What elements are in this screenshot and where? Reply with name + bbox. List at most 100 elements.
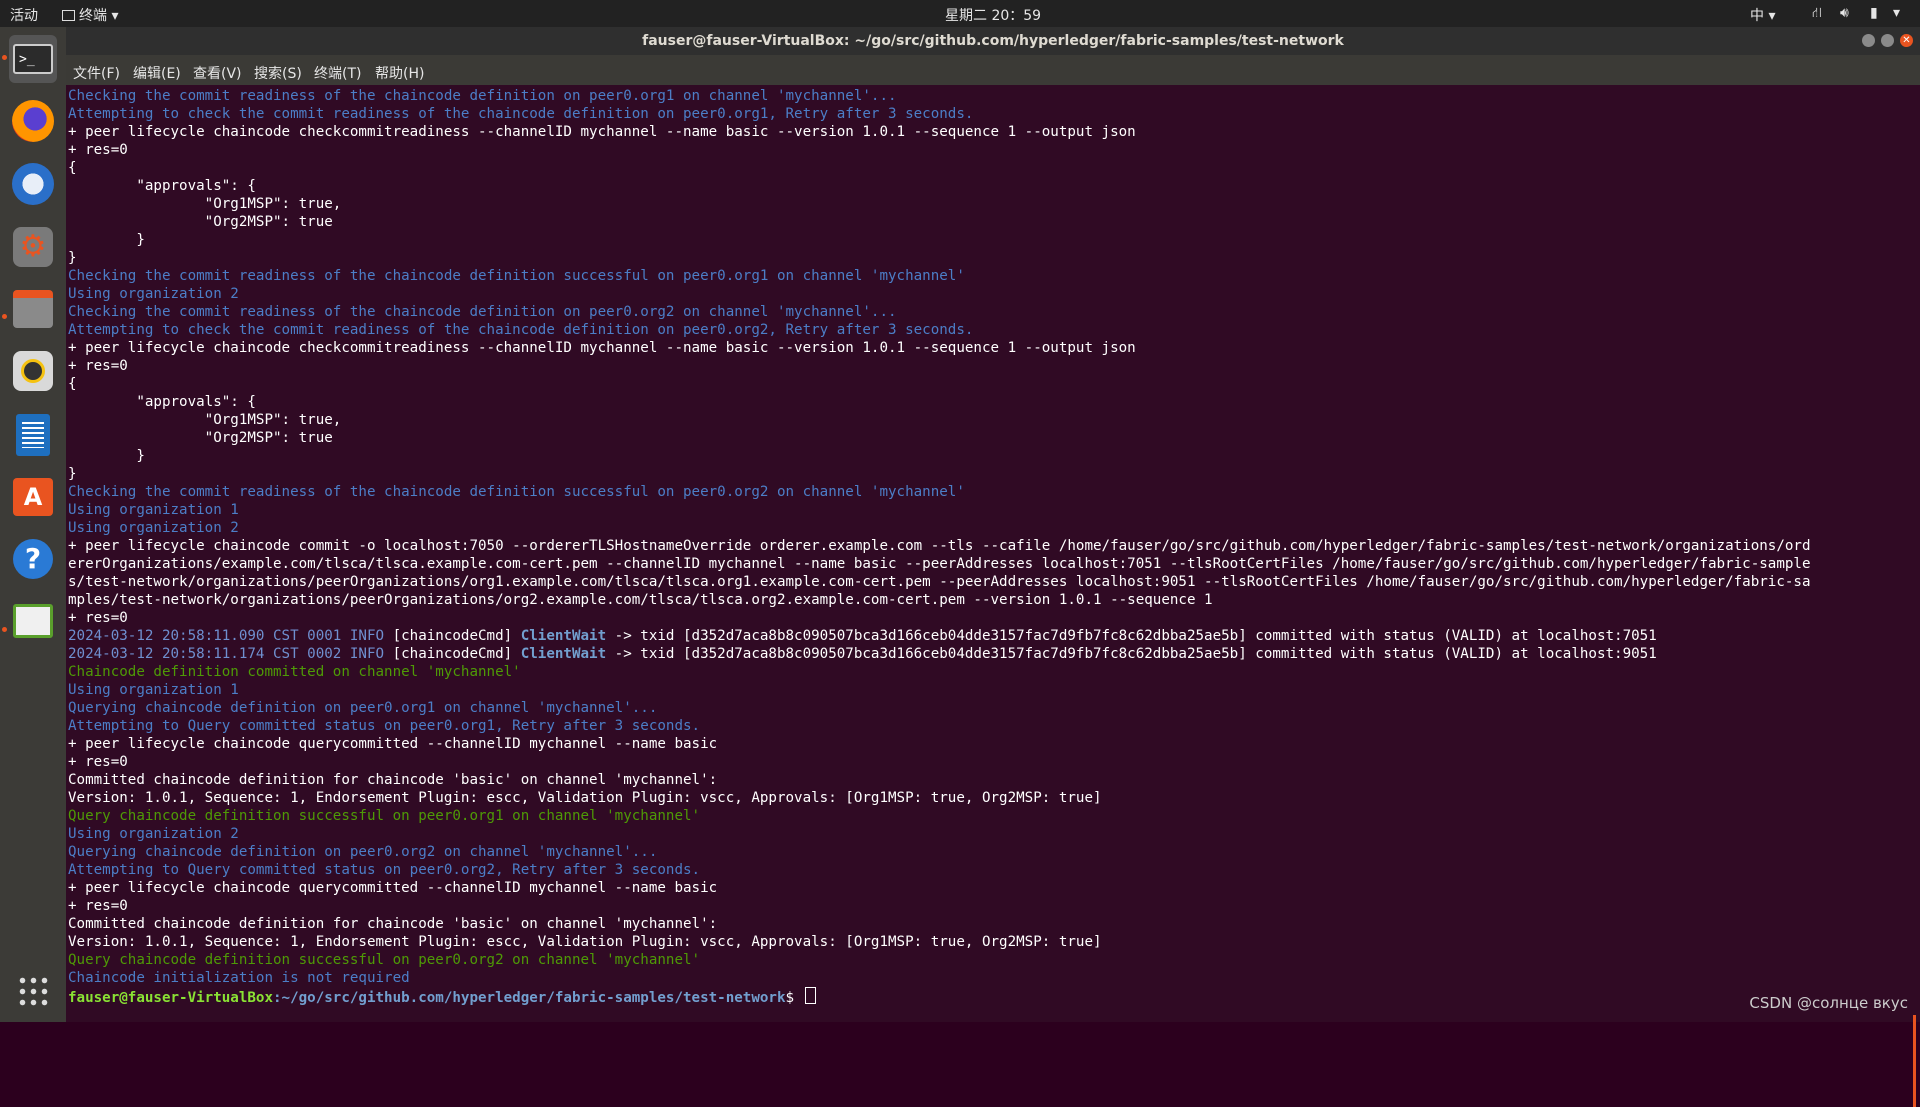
terminal-line: Attempting to Query committed status on … [68, 718, 701, 734]
terminal-line: Version: 1.0.1, Sequence: 1, Endorsement… [68, 934, 1102, 950]
terminal-output: Checking the commit readiness of the cha… [68, 87, 1908, 1005]
terminal-line: Using organization 2 [68, 520, 239, 536]
terminal-line: Attempting to Query committed status on … [68, 862, 701, 878]
terminal-line: { [68, 160, 77, 176]
terminal-line: Checking the commit readiness of the cha… [68, 268, 965, 284]
writer-icon[interactable] [9, 411, 57, 459]
watermark: CSDN @солнце вкус [1749, 994, 1908, 1012]
menu-view[interactable]: 查看(V) [193, 63, 242, 83]
terminal-line: Committed chaincode definition for chain… [68, 772, 718, 788]
menu-edit[interactable]: 编辑(E) [133, 63, 181, 83]
settings-icon[interactable]: ⚙ [9, 223, 57, 271]
running-indicator [2, 314, 7, 319]
top-panel: 活动 终端 ▾ 星期二 20：59 中 ▾ ⛙ 🔊︎ ▮ ▾ [0, 0, 1920, 27]
app-grid-icon[interactable] [9, 967, 57, 1015]
terminal-area[interactable]: Checking the commit readiness of the cha… [66, 85, 1920, 1107]
terminal-line: + peer lifecycle chaincode commit -o loc… [68, 538, 1811, 554]
terminal-line: Querying chaincode definition on peer0.o… [68, 844, 658, 860]
minimize-button[interactable] [1862, 34, 1875, 47]
close-button[interactable]: ✕ [1900, 34, 1913, 47]
prompt-path: :~/go/src/github.com/hyperledger/fabric-… [273, 990, 786, 1005]
terminal-line: Version: 1.0.1, Sequence: 1, Endorsement… [68, 790, 1102, 806]
terminal-line: } [68, 466, 77, 482]
close-icon: ✕ [1902, 35, 1911, 46]
help-icon[interactable]: ? [9, 535, 57, 583]
input-method-label: 中 [1750, 8, 1764, 24]
terminal-line: Query chaincode definition successful on… [68, 952, 701, 968]
terminal-line: Chaincode initialization is not required [68, 970, 410, 986]
menu-file[interactable]: 文件(F) [73, 63, 120, 83]
terminal-small-icon [62, 10, 75, 21]
terminal-line: + res=0 [68, 142, 128, 158]
prompt-symbol: $ [785, 990, 803, 1005]
terminal-line: + res=0 [68, 358, 128, 374]
terminal-line: + res=0 [68, 610, 128, 626]
clock[interactable]: 星期二 20：59 [945, 5, 1041, 25]
terminal-line: "Org1MSP": true, [68, 196, 342, 212]
system-menu-chevron-icon[interactable]: ▾ [1893, 5, 1900, 21]
menu-search[interactable]: 搜索(S) [254, 63, 302, 83]
terminal-line: ererOrganizations/example.com/tlsca/tlsc… [68, 556, 1811, 572]
terminal-line: Using organization 1 [68, 502, 239, 518]
menu-bar: 文件(F) 编辑(E) 查看(V) 搜索(S) 终端(T) 帮助(H) [66, 55, 1920, 85]
terminal-line: Attempting to check the commit readiness… [68, 322, 974, 338]
terminal-line: Attempting to check the commit readiness… [68, 106, 974, 122]
terminal-line: + res=0 [68, 898, 128, 914]
app-menu-label: 终端 [79, 8, 107, 24]
terminal-line: + peer lifecycle chaincode querycommitte… [68, 880, 718, 896]
terminal-line: 2024-03-12 20:58:11.174 CST 0002 INFO [c… [68, 646, 1657, 662]
terminal-line: + peer lifecycle chaincode checkcommitre… [68, 124, 1136, 140]
shell-prompt[interactable]: fauser@fauser-VirtualBox:~/go/src/github… [68, 987, 1908, 1005]
terminal-line: s/test-network/organizations/peerOrganiz… [68, 574, 1811, 590]
terminal-line: } [68, 448, 145, 464]
dock: >_ ⚙ A ? [0, 27, 66, 1022]
volume-icon[interactable]: 🔊︎ [1840, 5, 1849, 21]
terminal-line: Checking the commit readiness of the cha… [68, 304, 897, 320]
terminal-line: Using organization 2 [68, 286, 239, 302]
software-icon[interactable]: A [9, 473, 57, 521]
activities-button[interactable]: 活动 [10, 5, 38, 25]
menu-terminal[interactable]: 终端(T) [314, 63, 361, 83]
prompt-user: fauser@fauser-VirtualBox [68, 990, 273, 1005]
terminal-line: + peer lifecycle chaincode querycommitte… [68, 736, 718, 752]
chevron-down-icon: ▾ [107, 8, 119, 24]
terminal-icon[interactable]: >_ [9, 35, 57, 83]
terminal-line: "approvals": { [68, 394, 256, 410]
chevron-down-icon: ▾ [1764, 8, 1776, 24]
terminal-line: mples/test-network/organizations/peerOrg… [68, 592, 1213, 608]
terminal-line: Checking the commit readiness of the cha… [68, 88, 897, 104]
running-indicator [2, 55, 7, 60]
menu-help[interactable]: 帮助(H) [375, 63, 424, 83]
app-menu[interactable]: 终端 ▾ [62, 5, 118, 25]
window-titlebar[interactable]: fauser@fauser-VirtualBox: ~/go/src/githu… [66, 27, 1920, 55]
thunderbird-icon[interactable] [9, 160, 57, 208]
terminal-line: Using organization 2 [68, 826, 239, 842]
screenshot-icon[interactable] [9, 597, 57, 645]
files-icon[interactable] [9, 285, 57, 333]
terminal-line: { [68, 376, 77, 392]
terminal-line: Committed chaincode definition for chain… [68, 916, 718, 932]
input-method-indicator[interactable]: 中 ▾ [1750, 5, 1775, 25]
terminal-line: "Org2MSP": true [68, 214, 333, 230]
terminal-line: "approvals": { [68, 178, 256, 194]
text-cursor [804, 987, 816, 1004]
terminal-line: "Org2MSP": true [68, 430, 333, 446]
terminal-line: } [68, 232, 145, 248]
running-indicator [2, 627, 7, 632]
terminal-line: Querying chaincode definition on peer0.o… [68, 700, 658, 716]
terminal-line: Query chaincode definition successful on… [68, 808, 701, 824]
terminal-line: Using organization 1 [68, 682, 239, 698]
network-icon[interactable]: ⛙ [1812, 5, 1822, 23]
terminal-line: Checking the commit readiness of the cha… [68, 484, 965, 500]
terminal-line: Chaincode definition committed on channe… [68, 664, 521, 680]
terminal-line: } [68, 250, 77, 266]
terminal-line: "Org1MSP": true, [68, 412, 342, 428]
firefox-icon[interactable] [9, 97, 57, 145]
terminal-line: + res=0 [68, 754, 128, 770]
maximize-button[interactable] [1881, 34, 1894, 47]
rhythmbox-icon[interactable] [9, 347, 57, 395]
scrollbar[interactable] [1913, 1015, 1916, 1107]
terminal-line: 2024-03-12 20:58:11.090 CST 0001 INFO [c… [68, 628, 1657, 644]
terminal-line: + peer lifecycle chaincode checkcommitre… [68, 340, 1136, 356]
battery-icon[interactable]: ▮ [1870, 5, 1878, 21]
